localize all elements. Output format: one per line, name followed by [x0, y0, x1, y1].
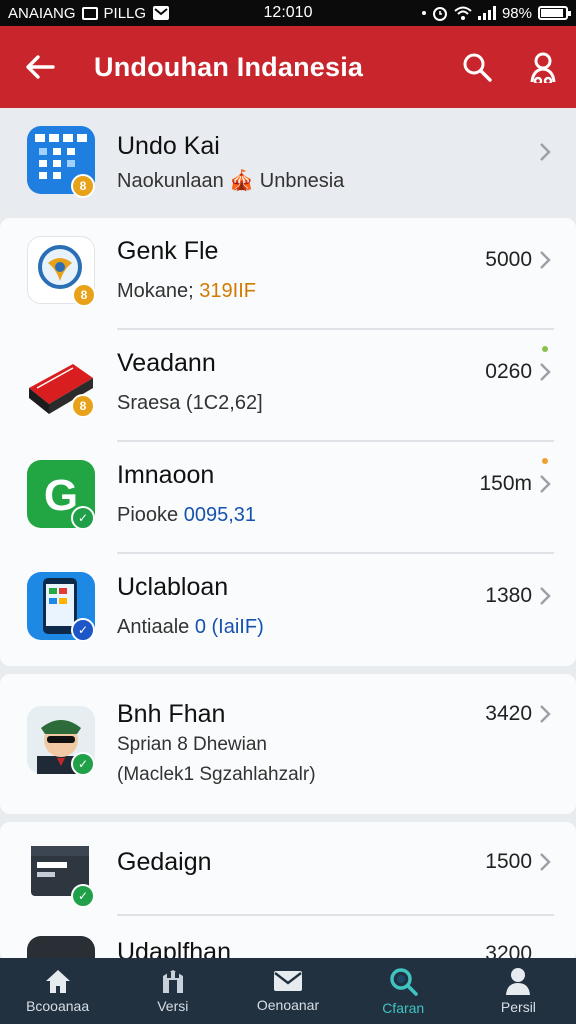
nav-item-profile[interactable]: Persil — [461, 958, 576, 1024]
mail-notification-icon — [153, 6, 170, 20]
app-name: Uclabloan — [117, 573, 229, 601]
app-name: Genk Fle — [117, 237, 219, 265]
store-icon — [162, 970, 183, 993]
app-subtitle: Naokunlaan 🎪 Unbnesia — [117, 170, 345, 192]
list-item[interactable]: ✓ Bnh Fhan Sprian 8 Dhewian (Maclek1 Sgz… — [0, 674, 576, 814]
app-list-card: ✓ Gedaign 1500 Udaplfhan 3200 — [0, 822, 576, 962]
wifi-icon — [454, 6, 472, 20]
app-developer: (Maclek1 Sgzahlahzalr) — [117, 764, 316, 785]
app-name: Veadann — [117, 349, 216, 377]
app-size: 0260 — [485, 360, 532, 383]
bottom-navigation: Bcooanaa Versi Oenoanar Cfaran Persil — [0, 958, 576, 1024]
list-item[interactable]: 8 Veadann Sraesa (1C2,62] 0260 — [0, 330, 576, 442]
update-badge: 8 — [71, 394, 95, 418]
back-button[interactable] — [0, 26, 80, 108]
app-label: PILLG — [103, 4, 147, 22]
nav-label: Cfaran — [382, 1000, 425, 1016]
list-item[interactable]: 8 Undo Kai Naokunlaan 🎪 Unbnesia — [0, 110, 576, 216]
app-list-card: ✓ Bnh Fhan Sprian 8 Dhewian (Maclek1 Sgz… — [0, 674, 576, 814]
green-g-app-icon: G ✓ — [27, 460, 95, 530]
nav-label: Versi — [157, 998, 189, 1014]
search-icon — [390, 968, 419, 996]
app-subtitle: Mokane; 319IIF — [117, 280, 256, 302]
phone-app-icon: ✓ — [27, 572, 95, 642]
app-bar: Undouhan Indanesia — [0, 26, 576, 108]
character-avatar-icon: ✓ — [27, 706, 95, 776]
chevron-right-icon — [540, 251, 551, 269]
update-badge: 8 — [72, 283, 96, 307]
arrow-left-icon — [26, 55, 55, 79]
alarm-icon — [432, 7, 447, 21]
search-button[interactable] — [444, 26, 510, 108]
calculator-app-icon: 8 — [27, 126, 95, 198]
profile-button[interactable] — [510, 26, 576, 108]
home-icon — [45, 970, 70, 993]
battery-percent: 98% — [501, 4, 532, 22]
app-size: 1380 — [485, 584, 532, 607]
nav-label: Oenoanar — [256, 997, 320, 1013]
nav-item-home[interactable]: Bcooanaa — [0, 958, 115, 1024]
dot-icon — [421, 11, 426, 15]
nav-item-mail[interactable]: Oenoanar — [230, 958, 345, 1024]
installed-badge: ✓ — [71, 884, 95, 908]
installed-badge: ✓ — [71, 752, 95, 776]
carrier-label: ANAIANG — [8, 4, 76, 22]
status-bar: ANAIANG PILLG 12:010 98% — [0, 0, 576, 26]
list-item[interactable]: ✓ Gedaign 1500 — [0, 822, 576, 916]
dark-box-app-icon: ✓ — [27, 838, 95, 908]
app-list-card: 8 Genk Fle Mokane; 319IIF 5000 8 Veadann… — [0, 218, 576, 666]
signal-icon — [477, 6, 496, 20]
chevron-right-icon — [540, 705, 551, 723]
chevron-right-icon — [540, 363, 551, 381]
list-item[interactable]: 8 Genk Fle Mokane; 319IIF 5000 — [0, 218, 576, 330]
nav-label: Persil — [500, 999, 536, 1015]
red-book-app-icon: 8 — [27, 348, 95, 418]
app-subtitle: Piooke 0095,31 — [117, 504, 257, 526]
app-name: Imnaoon — [117, 461, 215, 489]
app-size: 5000 — [485, 248, 532, 271]
status-dot — [542, 458, 548, 464]
app-subtitle: Sraesa (1C2,62] — [117, 392, 263, 414]
installed-badge: ✓ — [71, 618, 95, 642]
notification-icon — [81, 6, 98, 20]
app-size: 3420 — [485, 702, 532, 725]
list-item[interactable]: ✓ Uclabloan Antiaale 0 (IaiIF) 1380 — [0, 554, 576, 666]
list-item[interactable]: G ✓ Imnaoon Piooke 0095,31 150m — [0, 442, 576, 554]
status-dot — [542, 346, 548, 352]
search-icon — [463, 53, 492, 82]
app-name: Gedaign — [117, 848, 212, 876]
app-name: Undo Kai — [117, 132, 220, 160]
battery-icon — [538, 6, 571, 20]
featured-card: 8 Undo Kai Naokunlaan 🎪 Unbnesia — [0, 110, 576, 216]
app-size: 150m — [479, 472, 532, 495]
update-badge: 8 — [71, 174, 95, 198]
chevron-right-icon — [540, 853, 551, 871]
chevron-right-icon — [540, 475, 551, 493]
person-icon — [506, 968, 531, 995]
mail-icon — [274, 971, 302, 991]
page-title: Undouhan Indanesia — [94, 51, 364, 82]
chevron-right-icon — [540, 143, 551, 161]
nav-label: Bcooanaa — [26, 998, 90, 1014]
nav-item-search[interactable]: Cfaran — [346, 958, 461, 1024]
globe-app-icon: 8 — [27, 236, 96, 307]
installed-badge: ✓ — [71, 506, 95, 530]
person-icon — [530, 52, 556, 83]
chevron-right-icon — [540, 587, 551, 605]
app-size: 1500 — [485, 850, 532, 873]
list-item[interactable]: Udaplfhan 3200 — [0, 916, 576, 962]
app-name: Bnh Fhan — [117, 700, 226, 728]
app-subtitle: Sprian 8 Dhewian — [117, 734, 267, 755]
nav-item-versi[interactable]: Versi — [115, 958, 230, 1024]
app-subtitle: Antiaale 0 (IaiIF) — [117, 616, 264, 638]
